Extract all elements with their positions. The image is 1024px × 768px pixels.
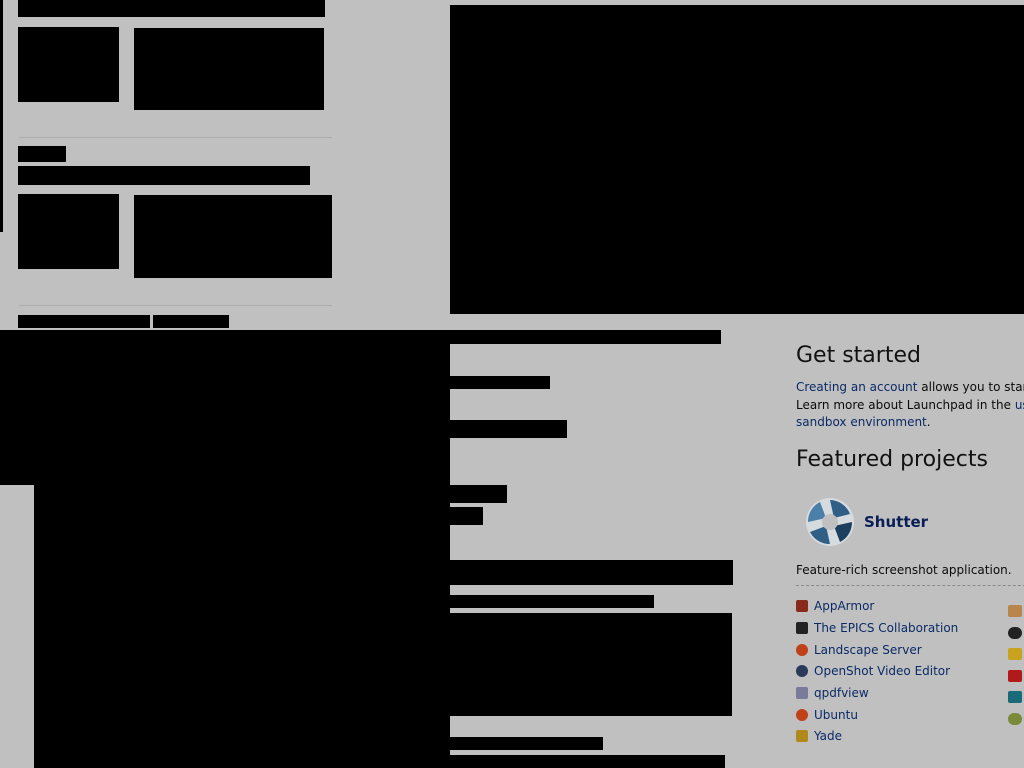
redacted-label xyxy=(18,146,66,162)
spotlight-name[interactable]: Shutter xyxy=(864,513,928,531)
redacted-text-block xyxy=(134,195,332,278)
list-item[interactable]: OpenShot Video Editor xyxy=(796,661,1024,683)
featured-projects-heading: Featured projects xyxy=(796,446,988,472)
list-item[interactable]: Yade xyxy=(796,726,1024,748)
redacted-large-panel xyxy=(34,485,450,768)
redacted-left-edge xyxy=(0,0,3,232)
intro-text: allows you to start wo xyxy=(921,380,1024,394)
list-item[interactable]: qpdfview xyxy=(796,682,1024,704)
epics-icon xyxy=(796,622,808,635)
redacted-item xyxy=(450,507,483,525)
project-link[interactable]: AppArmor xyxy=(814,599,874,613)
project-link[interactable]: OpenShot Video Editor xyxy=(814,664,950,678)
redacted-item xyxy=(450,613,732,716)
user-guide-link[interactable]: user g xyxy=(1015,398,1024,412)
list-item[interactable]: Ubuntu xyxy=(796,704,1024,726)
project-icon[interactable] xyxy=(1008,627,1022,639)
project-icon[interactable] xyxy=(1008,605,1022,617)
openshot-icon xyxy=(796,665,808,678)
project-link[interactable]: Ubuntu xyxy=(814,708,858,722)
featured-spotlight[interactable]: Shutter xyxy=(796,493,1024,551)
redacted-title-bar xyxy=(18,0,325,17)
project-icon[interactable] xyxy=(1008,670,1022,682)
redacted-strip xyxy=(450,330,721,344)
redacted-item xyxy=(450,737,603,750)
apparmor-icon xyxy=(796,600,808,613)
period-text: . xyxy=(926,415,931,429)
redacted-item xyxy=(450,595,654,608)
redacted-item xyxy=(450,420,567,438)
redacted-item xyxy=(450,376,550,389)
redacted-link xyxy=(153,315,229,328)
redacted-banner xyxy=(450,5,1024,314)
shutter-logo-icon xyxy=(806,497,854,546)
divider xyxy=(18,137,332,138)
get-started-intro: Creating an account allows you to start … xyxy=(796,379,1024,432)
right-sidebar: Get started Creating an account allows y… xyxy=(796,342,1024,747)
sandbox-link[interactable]: sandbox environment xyxy=(796,415,927,429)
redacted-item xyxy=(450,485,507,503)
project-link[interactable]: The EPICS Collaboration xyxy=(814,621,958,635)
ubuntu-icon xyxy=(796,708,808,721)
creating-account-link[interactable]: Creating an account xyxy=(796,380,917,394)
project-link[interactable]: qpdfview xyxy=(814,686,869,700)
redacted-item xyxy=(450,560,733,585)
redacted-item xyxy=(450,755,725,768)
divider xyxy=(18,305,332,306)
redacted-text-block xyxy=(134,28,324,110)
landscape-icon xyxy=(796,643,808,656)
list-item[interactable]: The EPICS Collaboration xyxy=(796,617,1024,639)
qpdfview-icon xyxy=(796,687,808,700)
yade-icon xyxy=(796,730,808,743)
redacted-link xyxy=(18,315,150,328)
list-item[interactable]: AppArmor xyxy=(796,596,1024,618)
featured-project-list: AppArmor The EPICS Collaboration Landsca… xyxy=(796,596,1024,748)
dashed-divider xyxy=(796,584,1024,586)
redacted-heading xyxy=(18,166,310,185)
project-icon[interactable] xyxy=(1008,648,1022,660)
redacted-large-panel xyxy=(0,330,450,485)
spotlight-description: Feature-rich screenshot application. xyxy=(796,562,1012,577)
redacted-thumbnail xyxy=(18,27,119,102)
redacted-thumbnail xyxy=(18,194,119,269)
get-started-heading: Get started xyxy=(796,343,921,368)
project-link[interactable]: Landscape Server xyxy=(814,643,922,657)
project-link[interactable]: Yade xyxy=(814,729,842,743)
learn-more-text: Learn more about Launchpad in the xyxy=(796,397,1015,412)
project-icon[interactable] xyxy=(1008,691,1022,703)
project-icon[interactable] xyxy=(1008,713,1022,725)
list-item[interactable]: Landscape Server xyxy=(796,639,1024,661)
